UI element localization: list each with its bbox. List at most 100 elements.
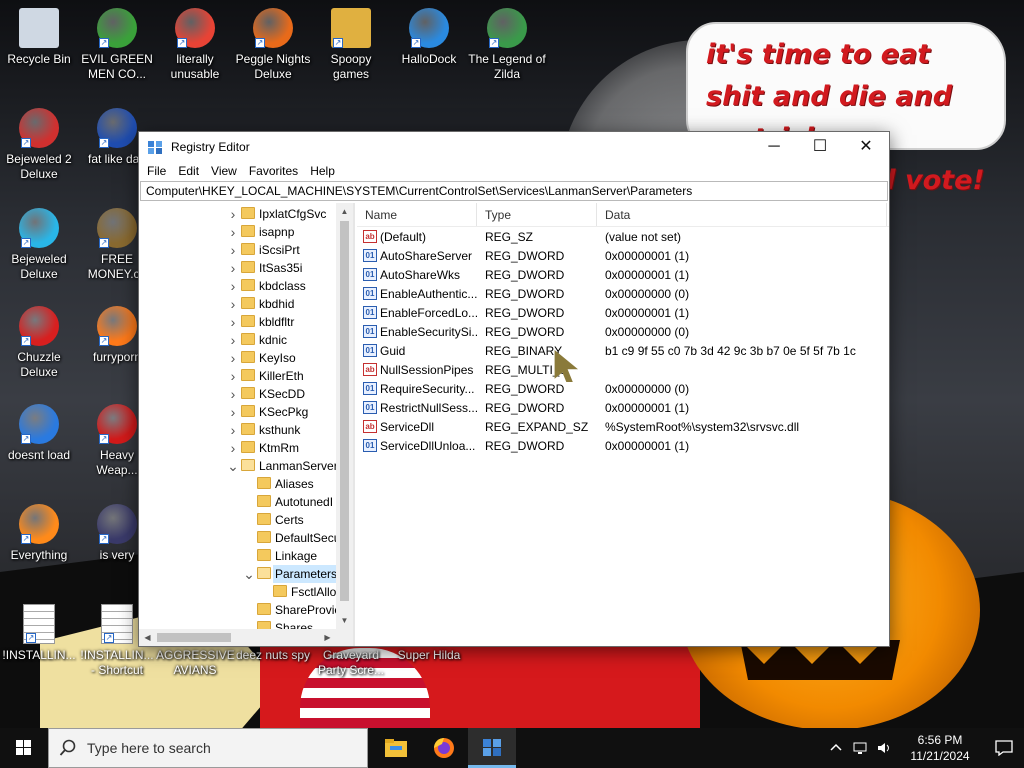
chevron-right-icon[interactable]: › <box>227 313 239 331</box>
tree-node[interactable]: › ItSas35i <box>139 259 336 277</box>
menu-view[interactable]: View <box>205 164 243 178</box>
chevron-right-icon[interactable]: › <box>227 223 239 241</box>
value-row[interactable]: 01 RestrictNullSess... REG_DWORD 0x00000001… <box>357 398 889 417</box>
taskbar-firefox[interactable] <box>420 728 468 768</box>
chevron-right-icon[interactable]: › <box>227 439 239 457</box>
scrollbar-thumb[interactable] <box>340 221 349 601</box>
value-row[interactable]: 01 AutoShareServer REG_DWORD 0x00000001 (1) <box>357 246 889 265</box>
menu-file[interactable]: File <box>141 164 172 178</box>
scroll-down-icon[interactable]: ▼ <box>336 612 353 629</box>
chevron-right-icon[interactable]: › <box>227 403 239 421</box>
chevron-down-icon[interactable]: ⌄ <box>227 457 239 475</box>
chevron-right-icon[interactable]: › <box>227 385 239 403</box>
tree-node[interactable]: › kbdhid <box>139 295 336 313</box>
desktop-icon-label: Bejeweled 2 Deluxe <box>6 152 72 181</box>
value-row[interactable]: 01 Guid REG_BINARY b1 c9 9f 55 c0 7b 3d 42 … <box>357 341 889 360</box>
tree-node[interactable]: › KillerEth <box>139 367 336 385</box>
taskbar-registry-editor[interactable] <box>468 728 516 768</box>
title-bar[interactable]: Registry Editor ─ ☐ ✕ <box>139 132 889 161</box>
values-pane[interactable]: Name Type Data ab (Default) REG_SZ (value n… <box>357 203 889 646</box>
chevron-right-icon[interactable]: › <box>227 421 239 439</box>
minimize-button[interactable]: ─ <box>751 132 797 161</box>
column-type[interactable]: Type <box>477 203 597 226</box>
desktop-icon[interactable]: ↗ EVIL GREEN MEN CO... <box>78 8 156 82</box>
tree-node[interactable]: › KSecDD <box>139 385 336 403</box>
desktop-icon-label: EVIL GREEN MEN CO... <box>81 52 153 81</box>
notification-center-button[interactable] <box>984 728 1024 768</box>
chevron-right-icon[interactable]: › <box>227 295 239 313</box>
taskbar-file-explorer[interactable] <box>372 728 420 768</box>
desktop-icon[interactable]: ↗ doesnt load <box>0 404 78 463</box>
desktop-icon[interactable]: ↗ Chuzzle Deluxe <box>0 306 78 380</box>
chevron-down-icon[interactable]: ⌄ <box>243 565 255 583</box>
value-row[interactable]: 01 RequireSecurity... REG_DWORD 0x00000000 … <box>357 379 889 398</box>
value-row[interactable]: ab (Default) REG_SZ (value not set) <box>357 227 889 246</box>
close-button[interactable]: ✕ <box>843 132 889 161</box>
volume-icon[interactable] <box>876 740 892 756</box>
desktop-icon[interactable]: ↗ Peggle Nights Deluxe <box>234 8 312 82</box>
tree-node[interactable]: › kbdclass <box>139 277 336 295</box>
column-data[interactable]: Data <box>597 203 887 226</box>
tree-node[interactable]: › IpxlatCfgSvc <box>139 205 336 223</box>
scroll-left-icon[interactable]: ◀ <box>139 629 156 646</box>
desktop-icon[interactable]: ↗ Spoopy games <box>312 8 390 82</box>
desktop-icon[interactable]: ↗ Bejeweled Deluxe <box>0 208 78 282</box>
tree-node[interactable]: FsctlAllo <box>139 583 336 601</box>
desktop-icon[interactable]: ↗ Bejeweled 2 Deluxe <box>0 108 78 182</box>
tree-node[interactable]: › KtmRm <box>139 439 336 457</box>
key-tree-pane[interactable]: › IpxlatCfgSvc › isapnp › iScsiPrt › ItSas35i › k… <box>139 203 355 646</box>
tree-node[interactable]: › ksthunk <box>139 421 336 439</box>
chevron-right-icon[interactable]: › <box>227 241 239 259</box>
tree-vertical-scrollbar[interactable]: ▲ ▼ <box>336 203 353 629</box>
tree-node[interactable]: DefaultSecu <box>139 529 340 547</box>
chevron-right-icon[interactable]: › <box>227 259 239 277</box>
desktop-icon[interactable]: ↗ HalloDock <box>390 8 468 67</box>
tree-node[interactable]: ⌄ LanmanServer <box>139 457 338 475</box>
value-row[interactable]: 01 AutoShareWks REG_DWORD 0x00000001 (1) <box>357 265 889 284</box>
chevron-right-icon[interactable]: › <box>227 349 239 367</box>
desktop-icon[interactable]: ↗ The Legend of Zilda <box>468 8 546 82</box>
scroll-right-icon[interactable]: ▶ <box>319 629 336 646</box>
menu-favorites[interactable]: Favorites <box>243 164 304 178</box>
chevron-right-icon[interactable]: › <box>227 277 239 295</box>
registry-editor-window[interactable]: Registry Editor ─ ☐ ✕ File Edit View Fav… <box>138 131 890 647</box>
start-button[interactable] <box>0 728 48 768</box>
tree-node[interactable]: › isapnp <box>139 223 336 241</box>
maximize-button[interactable]: ☐ <box>797 132 843 161</box>
tree-node[interactable]: › kdnic <box>139 331 336 349</box>
desktop-icon[interactable]: ↗ literally unusable <box>156 8 234 82</box>
tree-node[interactable]: › KSecPkg <box>139 403 336 421</box>
value-row[interactable]: 01 EnableForcedLo... REG_DWORD 0x00000001 (… <box>357 303 889 322</box>
value-row[interactable]: ab NullSessionPipes REG_MULTI_S <box>357 360 889 379</box>
tree-node[interactable]: ⌄ Parameters <box>139 565 340 583</box>
menu-edit[interactable]: Edit <box>172 164 205 178</box>
clock[interactable]: 6:56 PM 11/21/2024 <box>900 732 980 764</box>
chevron-right-icon[interactable]: › <box>227 205 239 223</box>
tree-node[interactable]: AutotunedI <box>139 493 336 511</box>
taskbar-search-box[interactable]: Type here to search <box>48 728 368 768</box>
tree-node[interactable]: Linkage <box>139 547 336 565</box>
chevron-right-icon[interactable]: › <box>227 367 239 385</box>
desktop-icon[interactable]: ↗ Everything <box>0 504 78 563</box>
tree-node[interactable]: Aliases <box>139 475 336 493</box>
value-row[interactable]: ab ServiceDll REG_EXPAND_SZ %SystemRoot%\sy… <box>357 417 889 436</box>
tree-node[interactable]: › iScsiPrt <box>139 241 336 259</box>
address-bar[interactable]: Computer\HKEY_LOCAL_MACHINE\SYSTEM\Curre… <box>140 181 888 201</box>
value-row[interactable]: 01 EnableAuthentic... REG_DWORD 0x00000000 … <box>357 284 889 303</box>
desktop-icon[interactable]: Recycle Bin <box>0 8 78 67</box>
tree-node[interactable]: › KeyIso <box>139 349 336 367</box>
tree-node[interactable]: › kbldfltr <box>139 313 336 331</box>
tree-horizontal-scrollbar[interactable]: ◀ ▶ <box>139 629 353 646</box>
desktop-icon[interactable]: ↗ !INSTALLIN... <box>0 604 78 663</box>
column-name[interactable]: Name <box>357 203 477 226</box>
value-row[interactable]: 01 EnableSecuritySi... REG_DWORD 0x00000000… <box>357 322 889 341</box>
tree-node[interactable]: ShareProvic <box>139 601 340 619</box>
chevron-up-icon[interactable] <box>828 740 844 756</box>
network-icon[interactable] <box>852 740 868 756</box>
value-row[interactable]: 01 ServiceDllUnloa... REG_DWORD 0x00000001 … <box>357 436 889 455</box>
tree-node[interactable]: Certs <box>139 511 336 529</box>
menu-help[interactable]: Help <box>304 164 341 178</box>
scroll-up-icon[interactable]: ▲ <box>336 203 353 220</box>
scrollbar-thumb[interactable] <box>157 633 231 642</box>
chevron-right-icon[interactable]: › <box>227 331 239 349</box>
